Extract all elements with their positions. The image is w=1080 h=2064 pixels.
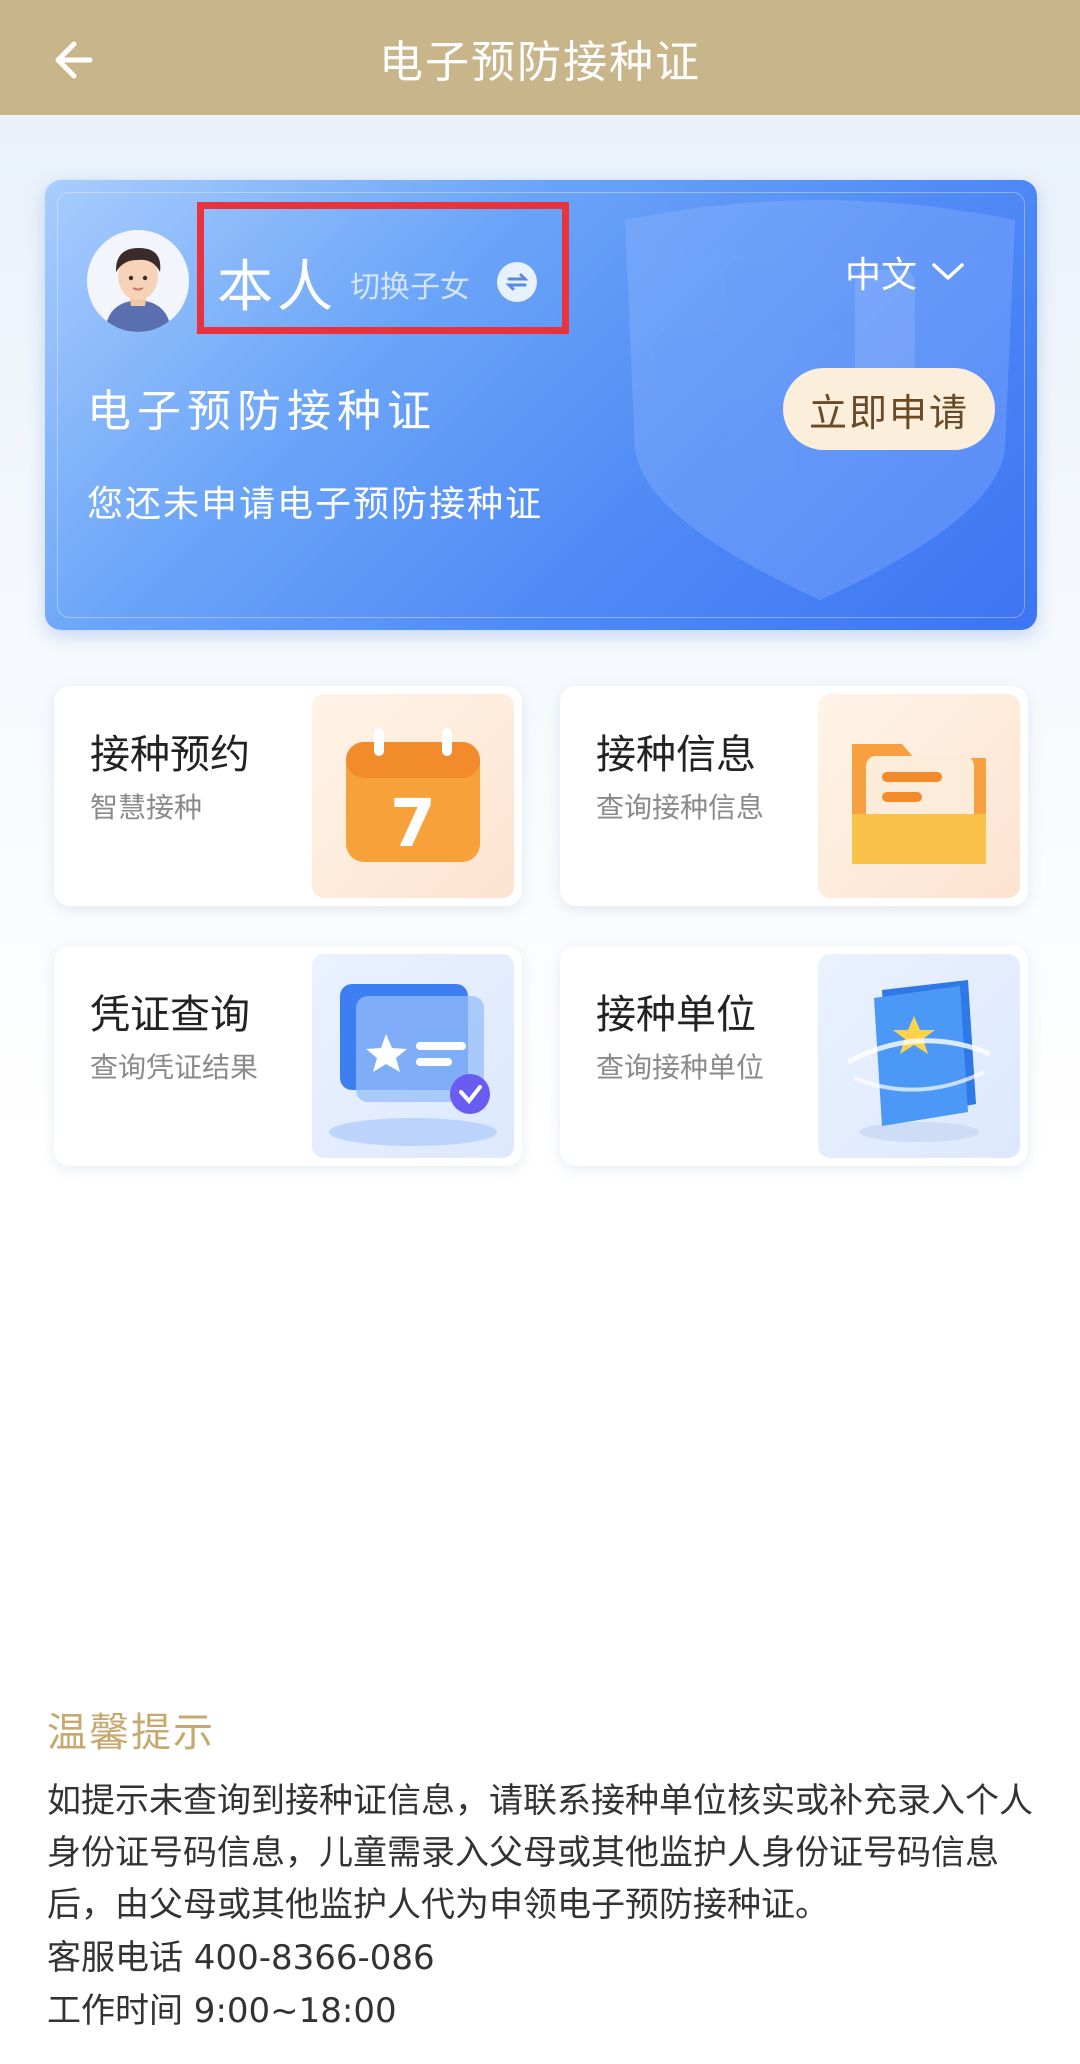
avatar[interactable] bbox=[87, 230, 189, 332]
tile-illustration bbox=[818, 954, 1020, 1158]
chevron-down-icon bbox=[932, 263, 964, 280]
card-title: 电子预防接种证 bbox=[87, 386, 437, 437]
tile-vaccination-unit[interactable]: 接种单位 查询接种单位 bbox=[560, 946, 1028, 1166]
card-status-text: 您还未申请电子预防接种证 bbox=[87, 484, 544, 525]
calendar-day: 7 bbox=[390, 785, 436, 862]
tile-subtitle: 智慧接种 bbox=[90, 791, 203, 824]
language-label: 中文 bbox=[845, 255, 918, 296]
back-arrow-icon bbox=[55, 41, 93, 79]
tile-illustration bbox=[312, 954, 514, 1158]
tips-body: 如提示未查询到接种证信息，请联系接种单位核实或补充录入个人身份证号码信息，儿童需… bbox=[47, 1781, 1033, 1925]
tile-title: 凭证查询 bbox=[90, 992, 250, 1038]
switch-icon[interactable] bbox=[497, 262, 537, 302]
customer-service-hotline: 客服电话 400-8366-086 bbox=[47, 1938, 435, 1978]
tile-subtitle: 查询凭证结果 bbox=[90, 1051, 259, 1084]
tile-title: 接种预约 bbox=[90, 732, 250, 778]
back-button[interactable] bbox=[40, 30, 100, 90]
profile-name: 本人 bbox=[217, 255, 337, 320]
header-bar: 电子预防接种证 bbox=[0, 0, 1080, 115]
vaccination-card: 本人 切换子女 中文 电子预防接种证 您还未申请电子预防接种证 立即申请 bbox=[45, 180, 1037, 630]
tile-title: 接种信息 bbox=[596, 732, 756, 778]
tile-subtitle: 查询接种单位 bbox=[596, 1051, 765, 1084]
tips-title: 温馨提示 bbox=[47, 1710, 215, 1756]
tile-title: 接种单位 bbox=[596, 992, 756, 1038]
tile-illustration bbox=[818, 694, 1020, 898]
tile-certificate-query[interactable]: 凭证查询 查询凭证结果 bbox=[54, 946, 522, 1166]
page-title: 电子预防接种证 bbox=[379, 36, 701, 88]
certificate-icon bbox=[329, 984, 497, 1146]
folder-icon bbox=[852, 744, 986, 864]
book-star-icon bbox=[846, 980, 991, 1142]
tile-appointment[interactable]: 接种预约 智慧接种 7 bbox=[54, 686, 522, 906]
language-selector[interactable]: 中文 bbox=[845, 246, 965, 298]
apply-now-button[interactable]: 立即申请 bbox=[783, 368, 995, 450]
page: 电子预防接种证 本人 切换子女 中文 电子预防接种证 您还未申请电子预防接种证 … bbox=[0, 0, 1080, 2064]
swap-arrows-icon bbox=[505, 273, 529, 291]
switch-child-label[interactable]: 切换子女 bbox=[350, 262, 470, 306]
tile-subtitle: 查询接种信息 bbox=[596, 791, 765, 824]
working-hours: 工作时间 9:00~18:00 bbox=[47, 1991, 397, 2031]
user-avatar-icon bbox=[87, 230, 189, 332]
tile-vaccination-info[interactable]: 接种信息 查询接种信息 bbox=[560, 686, 1028, 906]
calendar-icon: 7 bbox=[346, 728, 480, 862]
tile-illustration: 7 bbox=[312, 694, 514, 898]
